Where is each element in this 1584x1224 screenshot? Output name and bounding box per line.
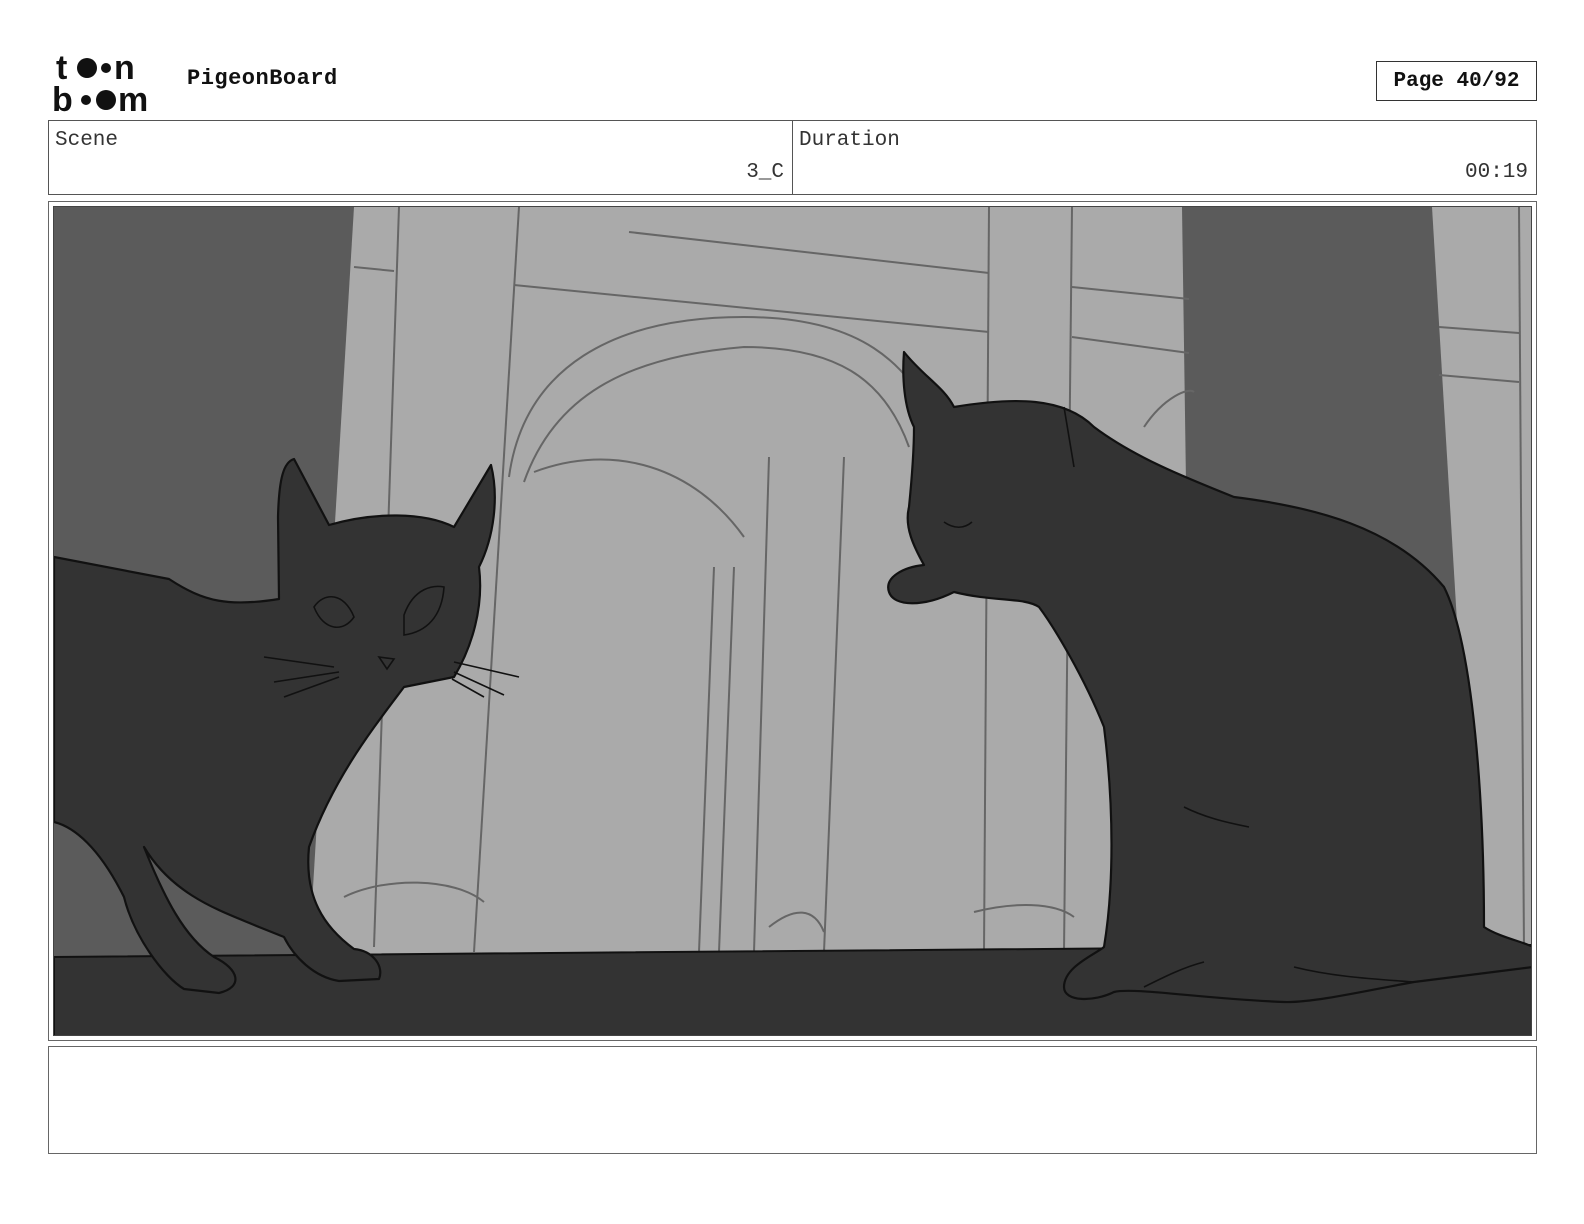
panel-notes-box	[48, 1046, 1537, 1154]
scene-label: Scene	[55, 129, 119, 152]
panel-sketch-image	[53, 206, 1532, 1036]
duration-label: Duration	[799, 129, 900, 152]
duration-value: 00:19	[1464, 161, 1528, 184]
scene-value: 3_C	[746, 161, 784, 184]
panel-info-row: Scene 3_C Duration 00:19	[48, 120, 1537, 195]
page-indicator: Page 40/92	[1376, 61, 1537, 101]
svg-text:m: m	[118, 81, 148, 114]
svg-text:b: b	[52, 81, 73, 114]
project-name: PigeonBoard	[187, 66, 338, 91]
duration-cell: Duration 00:19	[793, 121, 1536, 194]
scene-cell: Scene 3_C	[49, 121, 793, 194]
panel-frame	[48, 201, 1537, 1041]
toon-boom-logo: t n b m	[50, 50, 165, 114]
